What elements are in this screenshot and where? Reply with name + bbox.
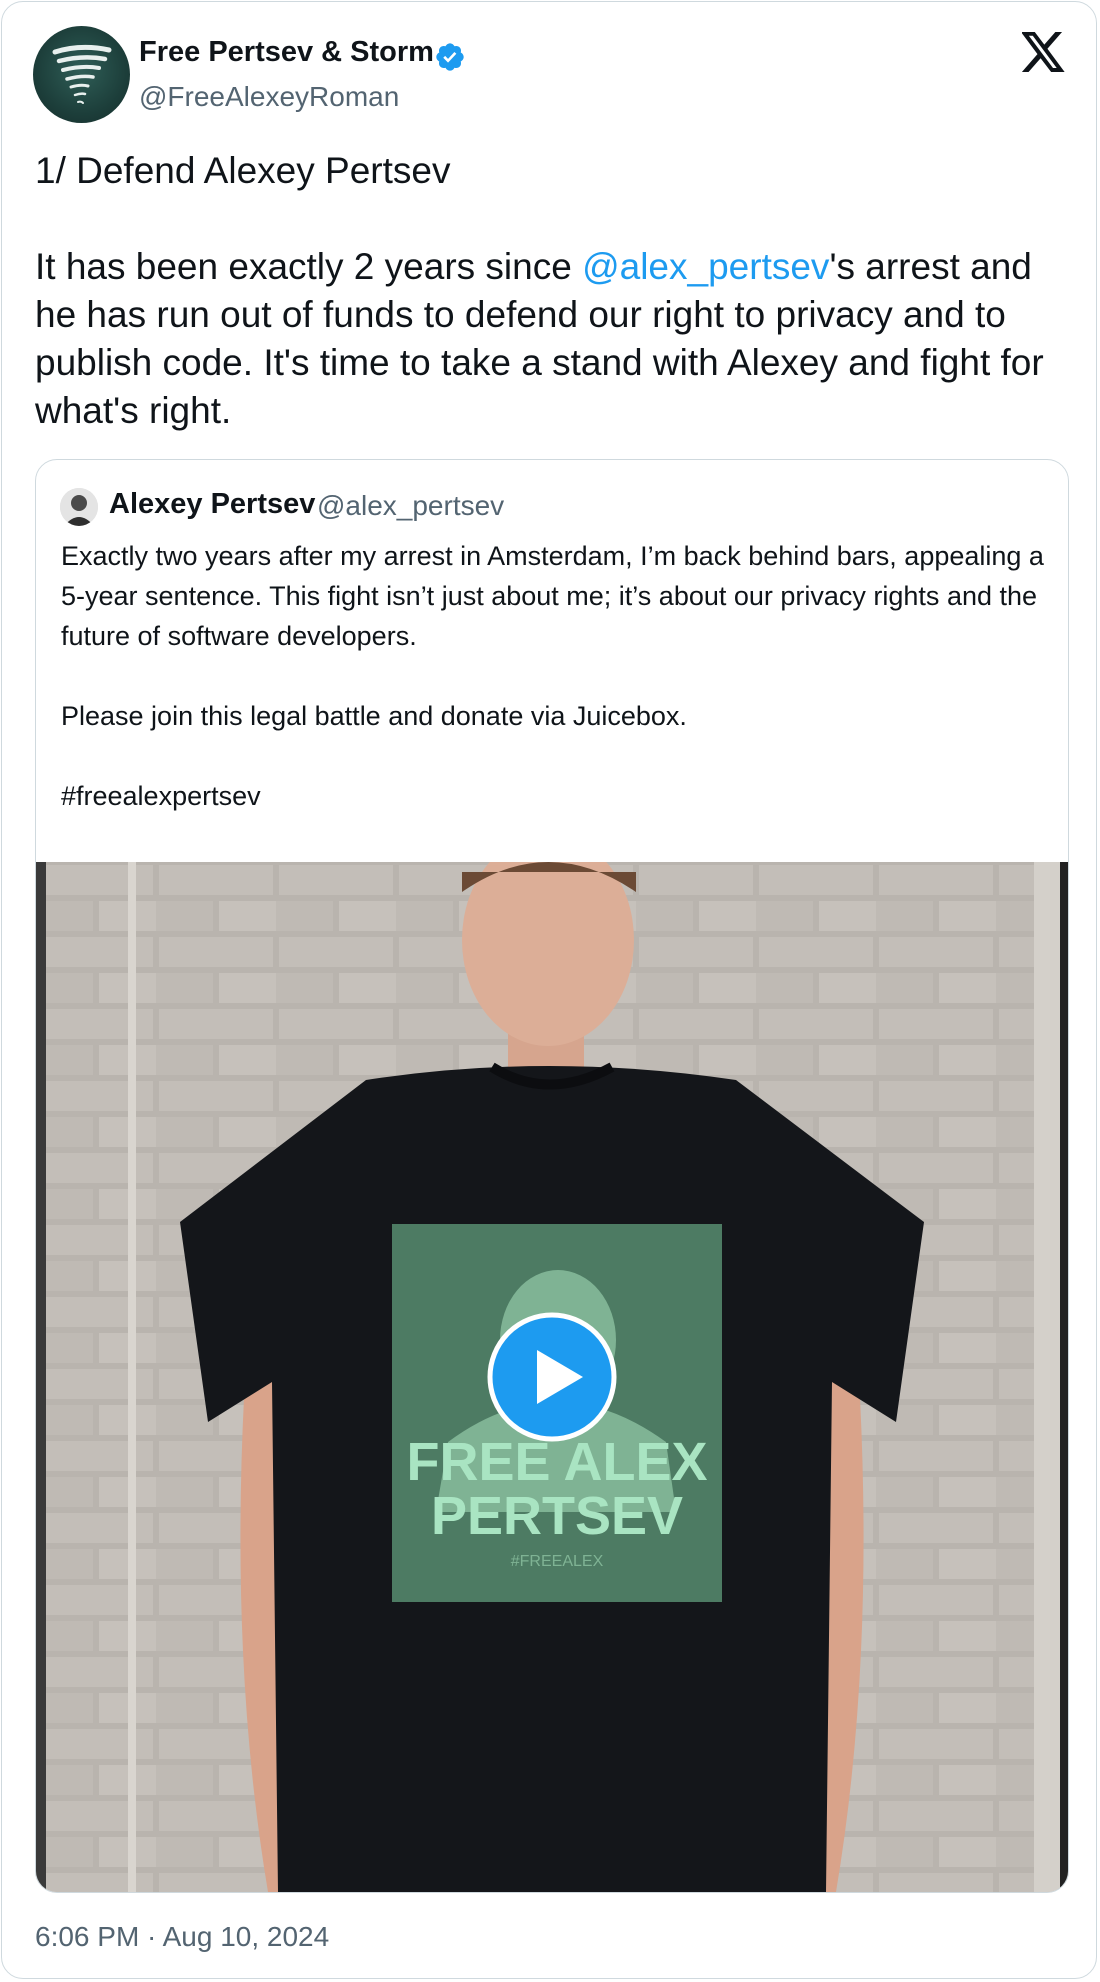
quote-author-avatar[interactable] bbox=[60, 488, 98, 526]
tweet-heading: 1/ Defend Alexey Pertsev bbox=[35, 150, 451, 191]
tweet-card: Free Pertsev & Storm @FreeAlexeyRoman 1/… bbox=[1, 1, 1097, 1979]
tweet-text: 1/ Defend Alexey Pertsev It has been exa… bbox=[35, 147, 1065, 435]
quote-author-handle[interactable]: @alex_pertsev bbox=[317, 490, 504, 522]
author-avatar[interactable] bbox=[33, 26, 130, 123]
quote-author-name[interactable]: Alexey Pertsev bbox=[109, 488, 315, 521]
shirt-print-tag: #FREEALEX bbox=[511, 1553, 604, 1570]
hashtag-link[interactable]: #freealexpertsev bbox=[61, 776, 1051, 816]
author-handle[interactable]: @FreeAlexeyRoman bbox=[139, 81, 399, 113]
tweet-body: It has been exactly 2 years since @alex_… bbox=[35, 243, 1065, 435]
tweet-body-start: It has been exactly 2 years since bbox=[35, 246, 583, 287]
quote-text: Exactly two years after my arrest in Ams… bbox=[61, 536, 1051, 816]
verified-badge-icon bbox=[436, 43, 464, 71]
play-icon[interactable] bbox=[485, 1310, 619, 1444]
quote-paragraph-2: Please join this legal battle and donate… bbox=[61, 701, 687, 731]
shirt-print-line-2: PERTSEV bbox=[431, 1486, 683, 1546]
quote-paragraph-1: Exactly two years after my arrest in Ams… bbox=[61, 541, 1044, 651]
tweet-timestamp[interactable]: 6:06 PM · Aug 10, 2024 bbox=[35, 1921, 329, 1953]
video-thumbnail[interactable]: FREE ALEX PERTSEV #FREEALEX bbox=[36, 862, 1068, 1892]
mention-link[interactable]: @alex_pertsev bbox=[582, 246, 829, 287]
x-logo-icon[interactable] bbox=[1022, 32, 1066, 72]
quoted-tweet[interactable]: Alexey Pertsev @alex_pertsev Exactly two… bbox=[35, 459, 1069, 1893]
author-name[interactable]: Free Pertsev & Storm bbox=[139, 36, 434, 69]
